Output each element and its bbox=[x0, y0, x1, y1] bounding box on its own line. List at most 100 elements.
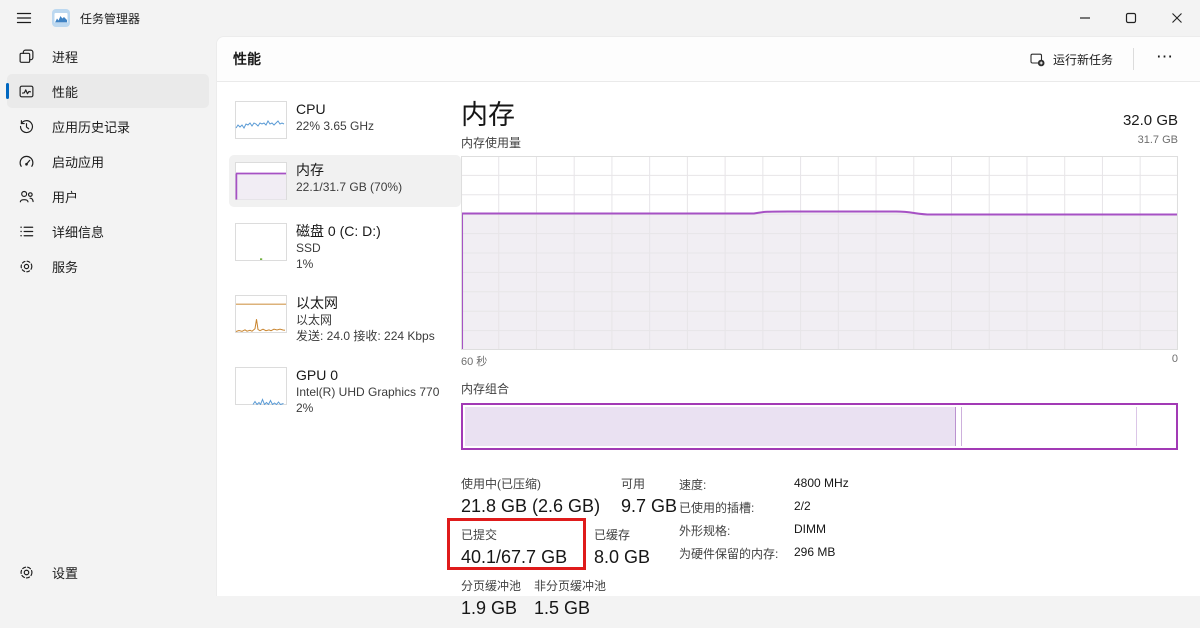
detail-value: 2/2 bbox=[794, 499, 811, 513]
history-icon bbox=[19, 119, 33, 133]
ethernet-sparkline-thumbnail bbox=[235, 295, 287, 333]
sidebar-item-services[interactable]: 服务 bbox=[7, 249, 209, 283]
chart-x-right-label: 0 bbox=[1171, 353, 1178, 365]
detail-row-speed: 速度: 4800 MHz bbox=[679, 476, 849, 493]
memory-composition-bar bbox=[461, 403, 1178, 450]
memory-total-capacity: 32.0 GB bbox=[1122, 112, 1178, 129]
device-stat: 2% bbox=[296, 401, 314, 415]
sidebar-item-label: 性能 bbox=[52, 84, 79, 100]
detail-label: 为硬件保留的内存: bbox=[679, 547, 779, 561]
memory-usage-chart-label: 内存使用量 bbox=[461, 136, 522, 150]
content-panel: 性能 运行新任务 ⋯ CPU 22% 3.65 GHz 内存 22.1/31.7… bbox=[216, 36, 1200, 618]
processes-icon bbox=[19, 49, 34, 63]
header-divider bbox=[1133, 48, 1134, 70]
device-item-ethernet[interactable]: 以太网 以太网 发送: 24.0 接收: 224 Kbps bbox=[229, 288, 461, 351]
memory-usage-chart bbox=[461, 156, 1178, 350]
detail-row-form-factor: 外形规格: DIMM bbox=[679, 522, 849, 539]
device-name: GPU 0 bbox=[296, 367, 339, 383]
device-item-memory[interactable]: 内存 22.1/31.7 GB (70%) bbox=[229, 155, 461, 207]
stat-committed: 已提交 40.1/67.7 GB bbox=[447, 518, 594, 570]
sidebar-item-details[interactable]: 详细信息 bbox=[7, 214, 209, 248]
chart-y-max-label: 31.7 GB bbox=[1137, 134, 1178, 146]
device-item-disk0[interactable]: 磁盘 0 (C: D:) SSD 1% bbox=[229, 216, 461, 279]
detail-label: 外形规格: bbox=[679, 524, 731, 538]
sidebar-item-startup-apps[interactable]: 启动应用 bbox=[7, 144, 209, 178]
content-header: 性能 运行新任务 ⋯ bbox=[217, 37, 1200, 82]
device-stat: 发送: 24.0 接收: 224 Kbps bbox=[296, 329, 435, 343]
sidebar-item-label: 服务 bbox=[52, 259, 79, 275]
cpu-sparkline-thumbnail bbox=[235, 101, 287, 139]
stat-value: 40.1/67.7 GB bbox=[461, 547, 568, 567]
settings-gear-icon bbox=[20, 565, 33, 579]
device-name: 以太网 bbox=[296, 295, 338, 311]
sidebar-item-label: 进程 bbox=[52, 49, 79, 65]
sidebar: 进程 性能 应用历史记录 启动应用 用户 详细信息 服务 设置 bbox=[0, 38, 216, 596]
device-stat: SSD bbox=[296, 241, 321, 255]
run-new-task-icon bbox=[1030, 53, 1045, 66]
sidebar-item-performance[interactable]: 性能 bbox=[6, 74, 209, 108]
stat-label: 使用中(已压缩) bbox=[461, 477, 541, 491]
sidebar-item-label: 启动应用 bbox=[52, 154, 105, 170]
device-item-gpu0[interactable]: GPU 0 Intel(R) UHD Graphics 770 2% bbox=[229, 360, 461, 423]
gpu-sparkline-thumbnail bbox=[235, 367, 287, 405]
stat-label: 非分页缓冲池 bbox=[534, 579, 607, 593]
close-button[interactable] bbox=[1154, 0, 1200, 35]
device-stat: 以太网 bbox=[296, 313, 333, 327]
detail-row-hw-reserved: 为硬件保留的内存: 296 MB bbox=[679, 545, 849, 562]
detail-label: 速度: bbox=[679, 478, 707, 492]
services-cog-icon bbox=[20, 260, 33, 272]
stat-value: 8.0 GB bbox=[594, 547, 651, 567]
sidebar-item-app-history[interactable]: 应用历史记录 bbox=[7, 109, 209, 143]
sidebar-item-label: 应用历史记录 bbox=[52, 119, 131, 135]
stat-label: 已缓存 bbox=[594, 528, 631, 542]
task-manager-app-icon bbox=[52, 9, 70, 27]
stat-in-use: 使用中(已压缩) 21.8 GB (2.6 GB) bbox=[461, 475, 621, 517]
stat-value: 1.9 GB bbox=[461, 598, 518, 618]
chart-x-left-label: 60 秒 bbox=[461, 356, 488, 368]
run-new-task-button[interactable]: 运行新任务 bbox=[1020, 45, 1123, 74]
performance-icon bbox=[19, 85, 34, 97]
sidebar-item-label: 用户 bbox=[52, 189, 79, 205]
performance-device-list: CPU 22% 3.65 GHz 内存 22.1/31.7 GB (70%) 磁… bbox=[229, 94, 461, 628]
device-stat: Intel(R) UHD Graphics 770 bbox=[296, 385, 440, 399]
sidebar-item-processes[interactable]: 进程 bbox=[7, 39, 209, 73]
stat-label: 已提交 bbox=[461, 528, 498, 542]
detail-value: 296 MB bbox=[794, 545, 836, 559]
detail-value: 4800 MHz bbox=[794, 476, 849, 490]
titlebar: 任务管理器 bbox=[0, 0, 1200, 36]
run-new-task-label: 运行新任务 bbox=[1052, 52, 1113, 67]
minimize-button[interactable] bbox=[1062, 0, 1108, 35]
detail-value: DIMM bbox=[794, 522, 826, 536]
sidebar-item-users[interactable]: 用户 bbox=[7, 179, 209, 213]
hardware-details: 速度: 4800 MHz 已使用的插槽: 2/2 外形规格: DIMM 为硬件保… bbox=[679, 476, 849, 568]
stat-label: 分页缓冲池 bbox=[461, 579, 522, 593]
selected-accent-bar bbox=[6, 83, 9, 99]
window-title: 任务管理器 bbox=[80, 11, 141, 26]
device-item-cpu[interactable]: CPU 22% 3.65 GHz bbox=[229, 94, 461, 146]
more-options-button[interactable]: ⋯ bbox=[1144, 45, 1186, 73]
composition-divider-modified bbox=[961, 407, 963, 446]
stat-cached: 已缓存 8.0 GB bbox=[594, 526, 650, 568]
stat-value: 21.8 GB (2.6 GB) bbox=[461, 496, 601, 516]
disk-sparkline-thumbnail bbox=[235, 223, 287, 261]
device-name: CPU bbox=[296, 101, 326, 117]
device-name: 磁盘 0 (C: D:) bbox=[296, 223, 381, 239]
device-stat: 22.1/31.7 GB (70%) bbox=[296, 180, 403, 194]
users-icon bbox=[19, 190, 34, 202]
detail-label: 已使用的插槽: bbox=[679, 501, 755, 515]
composition-in-use-segment bbox=[465, 407, 957, 446]
memory-title: 内存 bbox=[461, 100, 515, 130]
details-list-icon bbox=[20, 226, 34, 236]
memory-composition-label: 内存组合 bbox=[461, 382, 510, 396]
page-title: 性能 bbox=[233, 51, 261, 67]
hamburger-menu-icon[interactable] bbox=[6, 2, 42, 34]
composition-divider-free bbox=[1136, 407, 1138, 446]
startup-gauge-icon bbox=[19, 155, 34, 167]
maximize-button[interactable] bbox=[1108, 0, 1154, 35]
stat-nonpaged-pool: 非分页缓冲池 1.5 GB bbox=[534, 577, 606, 619]
stat-value: 9.7 GB bbox=[621, 496, 678, 516]
device-stat: 22% 3.65 GHz bbox=[296, 119, 375, 133]
sidebar-item-settings[interactable]: 设置 bbox=[7, 555, 209, 589]
sidebar-item-label: 设置 bbox=[52, 565, 79, 581]
stat-value: 1.5 GB bbox=[534, 598, 591, 618]
